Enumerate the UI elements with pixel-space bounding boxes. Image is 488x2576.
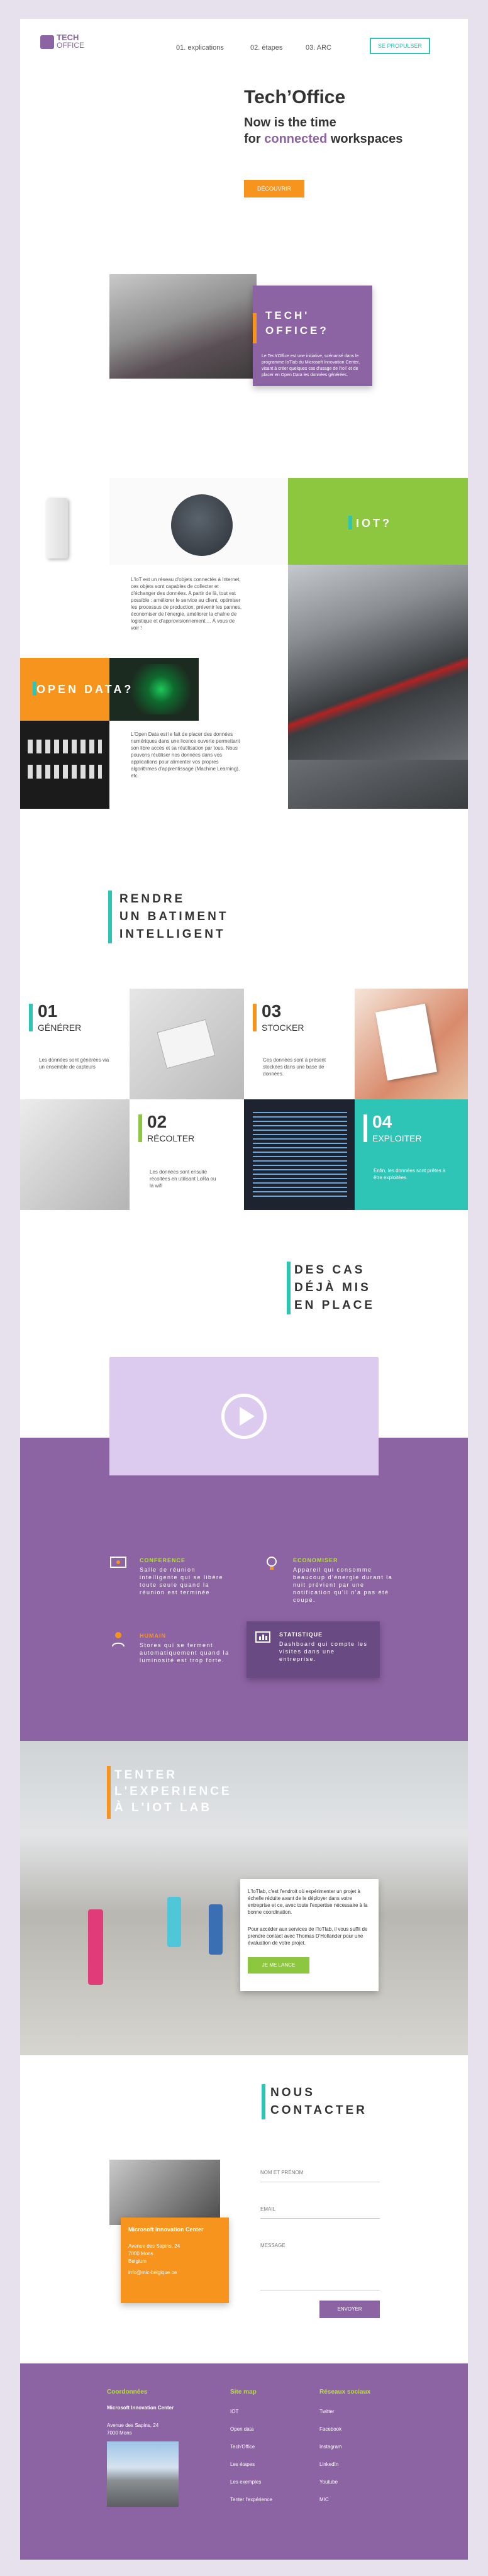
footer-link-opendata[interactable]: Open data — [230, 2426, 253, 2432]
sensor-photo — [20, 478, 109, 577]
footer-link-linkedin[interactable]: LinkedIn — [319, 2462, 338, 2467]
lab-accent-bar — [107, 1766, 111, 1819]
logo-line2: OFFICE — [57, 41, 84, 50]
contact-photo — [109, 2160, 220, 2225]
cases-title: DES CAS DÉJÀ MIS EN PLACE — [294, 1263, 375, 1312]
service-statistique: STATISTIQUE Dashboard qui compte les vis… — [247, 1621, 380, 1678]
service-economiser: ECONOMISER Appareil qui consomme beaucou… — [263, 1555, 392, 1603]
footer-link-instagram[interactable]: Instagram — [319, 2444, 342, 2450]
je-me-lance-button[interactable]: JE ME LANCE — [248, 1957, 309, 1974]
service-conference: CONFERENCE Salle de réunion intelligente… — [109, 1555, 223, 1596]
contact-card-title: Microsoft Innovation Center — [128, 2226, 204, 2233]
iot-panel: IOT? — [288, 478, 468, 565]
nav-item-etapes[interactable]: 02. étapes — [250, 44, 282, 52]
contact-accent-bar — [262, 2084, 265, 2119]
about-accent-bar — [253, 313, 257, 343]
iot-title: IOT? — [356, 517, 392, 530]
opendata-text: L'Open Data est le fait de placer des do… — [131, 731, 240, 779]
echo-device-photo — [109, 478, 288, 565]
footer-coords-title: Coordonnées — [107, 2389, 148, 2396]
opendata-title-wrap: OPEN DATA? — [33, 682, 134, 696]
step-generer: 01 GÉNÉRER Les données sont générées via… — [20, 989, 130, 1099]
footer-link-facebook[interactable]: Facebook — [319, 2426, 341, 2432]
footer-link-experience[interactable]: Tenter l'expérience — [230, 2497, 272, 2502]
service-humain: HUMAIN Stores qui se ferment automatique… — [109, 1630, 228, 1663]
play-icon — [240, 1407, 255, 1426]
nav-item-explications[interactable]: 01. explications — [176, 44, 224, 52]
about-title-2: OFFICE? — [265, 325, 329, 336]
smart-title: RENDRE UN BATIMENT INTELLIGENT — [119, 892, 229, 941]
hero-title: Tech’Office — [244, 87, 346, 108]
step-stocker: 03 STOCKER Ces données sont à présent st… — [244, 989, 355, 1099]
name-field[interactable]: NOM ET PRÉNOM — [260, 2170, 380, 2182]
opendata-text-panel: L'Open Data est le fait de placer des do… — [109, 721, 288, 809]
footer-link-exemples[interactable]: Les exemples — [230, 2479, 261, 2485]
footer-social-title: Réseaux sociaux — [319, 2389, 371, 2396]
lightbulb-icon — [267, 1557, 277, 1570]
iot-text: L'IoT est un réseau d'objets connectés à… — [131, 577, 242, 631]
footer-link-etapes[interactable]: Les étapes — [230, 2462, 255, 2467]
conference-icon — [110, 1557, 126, 1568]
sensor-device-photo — [130, 989, 244, 1099]
contact-email-link[interactable]: info@mic-belgique.be — [128, 2269, 177, 2276]
logo-icon — [40, 35, 54, 49]
footer-sitemap-title: Site map — [230, 2389, 257, 2396]
envoyer-button[interactable]: ENVOYER — [319, 2301, 380, 2318]
footer-link-techoffice[interactable]: Tech'Office — [230, 2444, 255, 2450]
propulser-button[interactable]: SE PROPULSER — [370, 38, 430, 54]
3d-printer-photo — [288, 565, 468, 760]
contact-card: Microsoft Innovation Center Avenue des S… — [121, 2218, 229, 2303]
step-exploiter: 04 EXPLOITER Enfin, les données sont prê… — [355, 1099, 468, 1210]
cases-accent-bar — [287, 1262, 291, 1314]
charts-paper-photo — [355, 989, 468, 1099]
page: TECH OFFICE 01. explications 02. étapes … — [20, 19, 468, 2560]
smart-accent-bar — [108, 891, 112, 943]
hero-subtitle-2: for connected workspaces — [244, 132, 403, 146]
email-field[interactable]: EMAIL — [260, 2206, 380, 2219]
footer: Coordonnées Microsoft Innovation Center … — [20, 2363, 468, 2560]
footer-link-youtube[interactable]: Youtube — [319, 2479, 338, 2485]
printer-photo-bottom — [288, 760, 468, 809]
lab-title: TENTER L'EXPERIENCE À L'IOT LAB — [114, 1768, 232, 1814]
footer-building-photo — [107, 2441, 179, 2507]
nav-item-arc[interactable]: 03. ARC — [306, 44, 331, 52]
ceiling-sensor-photo — [20, 1099, 130, 1210]
person-icon — [112, 1632, 125, 1647]
about-title-1: TECH' — [265, 309, 310, 321]
message-field[interactable]: MESSAGE — [260, 2243, 380, 2290]
counter-display-photo — [20, 721, 109, 809]
lab-text-1: L'IoTlab, c'est l'endroit où expérimente… — [248, 1889, 368, 1915]
about-text: Le Tech'Office est une initiative, scéna… — [262, 354, 360, 377]
dashboard-icon — [255, 1631, 270, 1643]
code-screen-photo — [244, 1099, 355, 1210]
contact-title: NOUS CONTACTER — [270, 2086, 367, 2117]
about-card: TECH' OFFICE? Le Tech'Office est une ini… — [253, 286, 372, 386]
play-button[interactable] — [221, 1394, 267, 1439]
opendata-title: OPEN DATA? — [36, 683, 134, 696]
footer-link-mic[interactable]: MIC — [319, 2497, 329, 2502]
lab-card: L'IoTlab, c'est l'endroit où expérimente… — [240, 1879, 379, 1991]
hero-subtitle-1: Now is the time — [244, 116, 336, 130]
footer-link-twitter[interactable]: Twitter — [319, 2409, 335, 2414]
decouvrir-button[interactable]: DÉCOUVRIR — [244, 180, 304, 197]
step-recolter: 02 RÉCOLTER Les données sont ensuite réc… — [130, 1099, 244, 1210]
footer-link-iot[interactable]: IOT — [230, 2409, 238, 2414]
lab-text-2: Pour accéder aux services de l'IoTlab, i… — [248, 1926, 368, 1946]
video-placeholder[interactable] — [109, 1357, 379, 1475]
meeting-room-photo — [109, 274, 257, 379]
services-section — [20, 1438, 468, 1741]
iot-text-panel: L'IoT est un réseau d'objets connectés à… — [109, 565, 288, 658]
